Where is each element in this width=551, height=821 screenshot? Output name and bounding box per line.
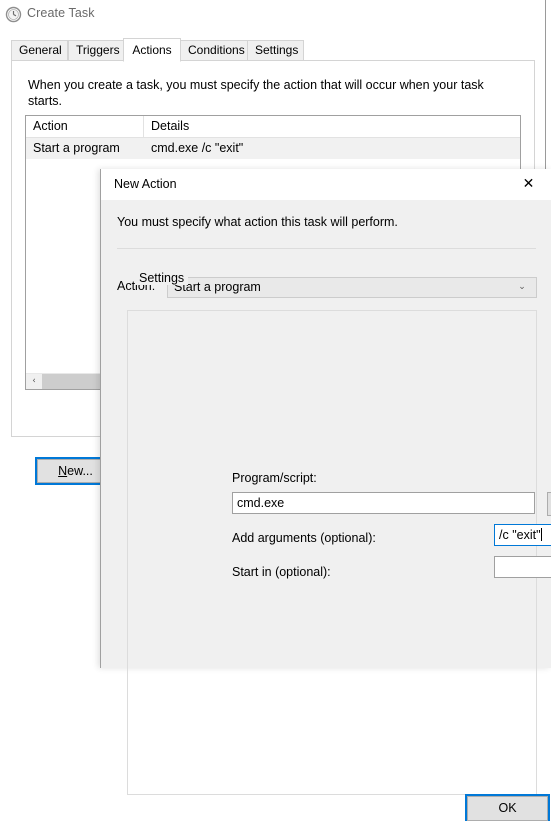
table-row[interactable]: Start a program cmd.exe /c "exit" bbox=[26, 138, 520, 159]
column-header-action[interactable]: Action bbox=[26, 116, 144, 137]
clock-icon bbox=[5, 6, 22, 23]
start-in-input[interactable] bbox=[494, 556, 551, 578]
cell-action: Start a program bbox=[33, 141, 120, 155]
add-arguments-input[interactable]: /c "exit" bbox=[494, 524, 551, 546]
action-dropdown[interactable]: Start a program ⌄ bbox=[167, 277, 537, 298]
scroll-left-arrow-icon[interactable]: ‹ bbox=[26, 374, 42, 389]
settings-groupbox bbox=[127, 310, 537, 795]
add-arguments-label: Add arguments (optional): bbox=[232, 531, 376, 545]
tab-actions[interactable]: Actions bbox=[123, 38, 181, 62]
dialog-description: You must specify what action this task w… bbox=[117, 215, 398, 229]
create-task-titlebar: Create Task bbox=[0, 0, 545, 30]
listview-header: Action Details bbox=[26, 116, 520, 138]
close-icon[interactable]: ✕ bbox=[506, 169, 551, 199]
chevron-down-icon: ⌄ bbox=[518, 282, 526, 292]
program-script-input[interactable]: cmd.exe bbox=[232, 492, 535, 514]
instruction-text: When you create a task, you must specify… bbox=[28, 78, 484, 108]
dialog-separator bbox=[117, 248, 536, 249]
window-title: Create Task bbox=[27, 6, 95, 20]
dialog-titlebar: New Action ✕ bbox=[101, 169, 551, 200]
settings-groupbox-legend: Settings bbox=[135, 271, 189, 285]
program-script-label: Program/script: bbox=[232, 471, 317, 485]
add-arguments-value: /c "exit" bbox=[499, 528, 541, 542]
tab-triggers[interactable]: Triggers bbox=[68, 40, 125, 61]
tabstrip-baseline bbox=[11, 60, 535, 61]
text-caret bbox=[540, 528, 542, 541]
tab-settings[interactable]: Settings bbox=[247, 40, 304, 61]
dialog-title: New Action bbox=[114, 177, 177, 191]
tab-general[interactable]: General bbox=[11, 40, 68, 61]
new-button-accel: N bbox=[58, 464, 68, 478]
column-header-details[interactable]: Details bbox=[144, 116, 522, 137]
browse-button[interactable]: Browse... bbox=[547, 492, 551, 516]
cell-details: cmd.exe /c "exit" bbox=[151, 141, 244, 155]
ok-button[interactable]: OK bbox=[465, 794, 550, 821]
tab-conditions[interactable]: Conditions bbox=[180, 40, 248, 61]
tabstrip: General Triggers Actions Conditions Sett… bbox=[11, 38, 535, 62]
start-in-label: Start in (optional): bbox=[232, 565, 331, 579]
new-button-label: ew... bbox=[67, 464, 93, 478]
new-action-dialog: New Action ✕ You must specify what actio… bbox=[100, 169, 551, 821]
